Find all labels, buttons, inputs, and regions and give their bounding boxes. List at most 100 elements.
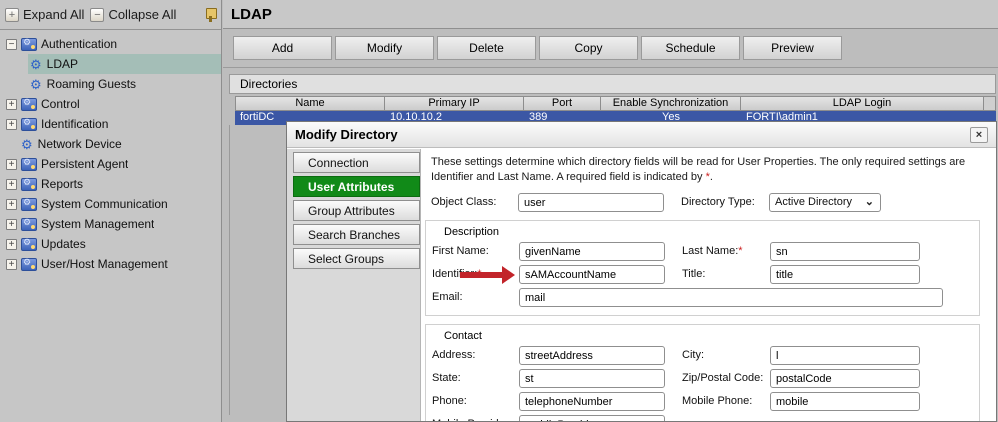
- column-header-enable-synchronization[interactable]: Enable Synchronization: [601, 96, 741, 111]
- tree-item-system-management[interactable]: + System Management: [0, 214, 221, 234]
- gear-icon: ⚙: [30, 76, 42, 92]
- tree-item-label: User/Host Management: [41, 257, 168, 271]
- tab-select-groups[interactable]: Select Groups: [293, 248, 420, 269]
- tree-item-control[interactable]: + Control: [0, 94, 221, 114]
- sidebar: + Expand All − Collapse All − Authentica…: [0, 0, 222, 422]
- state-field[interactable]: [519, 369, 665, 388]
- dialog-content: These settings determine which directory…: [420, 149, 996, 421]
- identifier-field[interactable]: [519, 265, 665, 284]
- object-class-row: Object Class: Directory Type: Active Dir…: [431, 193, 986, 212]
- tab-group-attributes[interactable]: Group Attributes: [293, 200, 420, 221]
- preview-button[interactable]: Preview: [743, 36, 842, 60]
- first-name-field[interactable]: [519, 242, 665, 261]
- last-name-field[interactable]: [770, 242, 920, 261]
- mobile-provider-row: Mobile Provider:: [432, 415, 971, 421]
- column-header-port[interactable]: Port: [524, 96, 601, 111]
- tree-item-network-device[interactable]: ⚙ Network Device: [0, 134, 221, 154]
- tree-item-user-host-management[interactable]: + User/Host Management: [0, 254, 221, 274]
- tab-search-branches[interactable]: Search Branches: [293, 224, 420, 245]
- gears-folder-icon: [21, 237, 37, 251]
- gears-folder-icon: [21, 177, 37, 191]
- annotation-arrow-icon: [460, 266, 515, 284]
- column-header-name[interactable]: Name: [235, 96, 385, 111]
- intro-period: .: [709, 171, 713, 183]
- tree-item-persistent-agent[interactable]: + Persistent Agent: [0, 154, 221, 174]
- contact-group-title: Contact: [444, 330, 482, 342]
- expand-expander-icon[interactable]: +: [6, 258, 17, 270]
- gears-folder-icon: [21, 37, 37, 51]
- expand-all-icon: +: [5, 7, 19, 22]
- gear-icon: ⚙: [21, 136, 33, 152]
- toolbar: Add Modify Delete Copy Schedule Preview: [223, 29, 998, 68]
- address-field[interactable]: [519, 346, 665, 365]
- email-field[interactable]: [519, 288, 943, 307]
- expand-expander-icon[interactable]: +: [6, 238, 17, 250]
- tree-item-label: Network Device: [37, 137, 122, 151]
- copy-button[interactable]: Copy: [539, 36, 638, 60]
- expand-expander-icon[interactable]: +: [6, 178, 17, 190]
- tree-item-updates[interactable]: + Updates: [0, 234, 221, 254]
- tree-item-ldap[interactable]: ⚙ LDAP: [28, 54, 221, 74]
- tree-item-label: Persistent Agent: [41, 157, 129, 171]
- column-header-ldap-login[interactable]: LDAP Login: [741, 96, 984, 111]
- collapse-all-icon: −: [90, 7, 105, 22]
- expand-expander-icon[interactable]: +: [6, 158, 17, 170]
- identifier-row: Identifier:* Title:: [432, 265, 971, 284]
- description-groupbox: Description First Name: Last Name:* Iden…: [425, 220, 980, 316]
- gears-folder-icon: [21, 217, 37, 231]
- zip-postal-code-field[interactable]: [770, 369, 920, 388]
- tree-item-authentication[interactable]: − Authentication: [0, 34, 221, 54]
- tree-item-label: Control: [41, 97, 80, 111]
- delete-button[interactable]: Delete: [437, 36, 536, 60]
- mobile-provider-label: Mobile Provider:: [432, 418, 511, 421]
- title-field[interactable]: [770, 265, 920, 284]
- modify-button[interactable]: Modify: [335, 36, 434, 60]
- phone-field[interactable]: [519, 392, 665, 411]
- city-field[interactable]: [770, 346, 920, 365]
- title-label: Title:: [682, 268, 706, 280]
- tree-item-label: Roaming Guests: [46, 77, 137, 91]
- collapse-all-button[interactable]: − Collapse All: [90, 7, 176, 22]
- state-label: State:: [432, 372, 461, 384]
- pin-icon[interactable]: [205, 7, 217, 22]
- tab-user-attributes[interactable]: User Attributes: [293, 176, 420, 197]
- phone-row: Phone: Mobile Phone:: [432, 392, 971, 411]
- expand-expander-icon[interactable]: +: [6, 198, 17, 210]
- chevron-down-icon: ⌄: [864, 196, 874, 208]
- tree-item-identification[interactable]: + Identification: [0, 114, 221, 134]
- gears-folder-icon: [21, 97, 37, 111]
- close-icon[interactable]: ×: [970, 126, 988, 143]
- object-class-field[interactable]: [518, 193, 664, 212]
- dialog-title: Modify Directory: [295, 127, 398, 142]
- mobile-provider-field[interactable]: [519, 415, 665, 421]
- object-class-label: Object Class:: [431, 196, 497, 208]
- expand-expander-icon[interactable]: +: [6, 218, 17, 230]
- tree-item-reports[interactable]: + Reports: [0, 174, 221, 194]
- directory-type-select[interactable]: Active Directory ⌄: [769, 193, 881, 212]
- tree-item-system-communication[interactable]: + System Communication: [0, 194, 221, 214]
- add-button[interactable]: Add: [233, 36, 332, 60]
- expand-expander-icon[interactable]: +: [6, 98, 17, 110]
- gears-folder-icon: [21, 117, 37, 131]
- column-header-primary-ip[interactable]: Primary IP: [385, 96, 524, 111]
- address-label: Address:: [432, 349, 476, 361]
- tree-item-label: Identification: [41, 117, 109, 131]
- gears-folder-icon: [21, 157, 37, 171]
- schedule-button[interactable]: Schedule: [641, 36, 740, 60]
- tree-item-label: Reports: [41, 177, 84, 191]
- tree-item-roaming-guests[interactable]: ⚙ Roaming Guests: [28, 74, 221, 94]
- modify-directory-dialog: Modify Directory × Connection User Attri…: [286, 121, 997, 422]
- expand-all-button[interactable]: + Expand All: [5, 7, 84, 22]
- tree-item-label: System Communication: [41, 197, 168, 211]
- column-header-spacer: [984, 96, 996, 111]
- collapse-expander-icon[interactable]: −: [6, 38, 17, 50]
- expand-all-label: Expand All: [23, 7, 85, 22]
- first-name-row: First Name: Last Name:*: [432, 242, 971, 261]
- dialog-body: Connection User Attributes Group Attribu…: [287, 149, 996, 421]
- navigation-tree: − Authentication ⚙ LDAP ⚙ Roaming Guests…: [0, 30, 221, 274]
- mobile-phone-field[interactable]: [770, 392, 920, 411]
- expand-expander-icon[interactable]: +: [6, 118, 17, 130]
- tab-connection[interactable]: Connection: [293, 152, 420, 173]
- city-label: City:: [682, 349, 704, 361]
- dialog-header: Modify Directory ×: [287, 122, 996, 148]
